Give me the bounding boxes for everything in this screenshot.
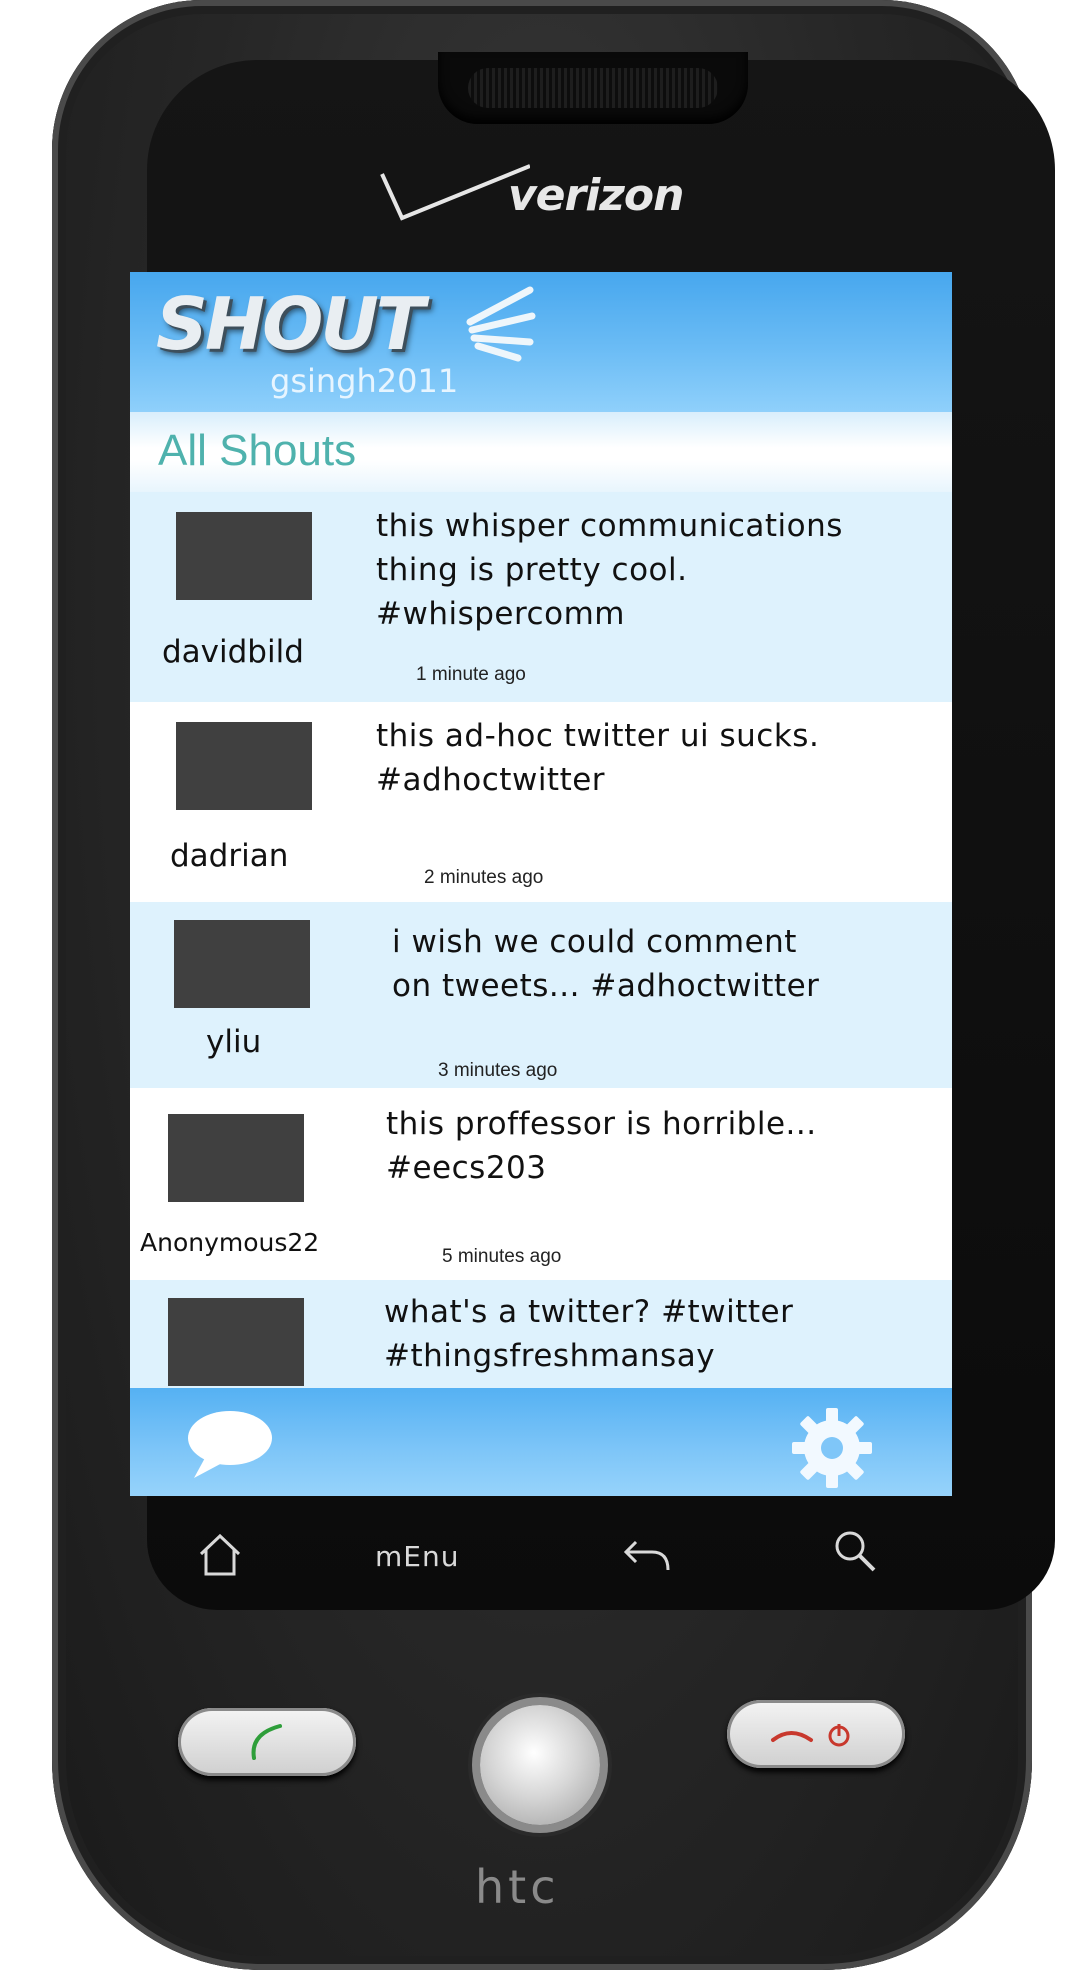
carrier-name: verizon xyxy=(508,169,684,221)
shout-line: thing is pretty cool. xyxy=(376,552,688,588)
gear-icon[interactable] xyxy=(790,1406,874,1490)
shout-line: #adhoctwitter xyxy=(376,762,606,798)
app-logo: SHOUT xyxy=(156,282,425,366)
home-key-icon[interactable] xyxy=(195,1530,245,1580)
app-footer xyxy=(130,1388,952,1496)
phone-call-icon xyxy=(251,1724,282,1760)
end-call-power-icon xyxy=(771,1724,850,1747)
avatar[interactable] xyxy=(168,1114,304,1202)
section-bar: All Shouts xyxy=(130,412,952,492)
shout-line: i wish we could comment xyxy=(392,924,797,960)
search-key-icon[interactable] xyxy=(830,1526,880,1576)
section-title: All Shouts xyxy=(158,426,357,475)
shout-line: on tweets... #adhoctwitter xyxy=(392,968,820,1004)
shout-time: 1 minute ago xyxy=(416,664,526,685)
earpiece-grille xyxy=(468,68,718,108)
menu-key[interactable]: mEnu xyxy=(375,1540,459,1573)
shout-time: 2 minutes ago xyxy=(424,867,544,888)
end-call-button[interactable] xyxy=(727,1700,905,1768)
shout-time: 5 minutes ago xyxy=(442,1246,562,1267)
shout-lines-icon xyxy=(466,286,536,362)
avatar[interactable] xyxy=(176,722,312,810)
shout-message: this proffessor is horrible... #eecs203 xyxy=(386,1102,817,1190)
username: gsingh2011 xyxy=(270,362,459,400)
shout-line: #thingsfreshmansay xyxy=(384,1338,716,1374)
call-button[interactable] xyxy=(178,1708,356,1776)
shout-message: i wish we could comment on tweets... #ad… xyxy=(392,920,819,1008)
avatar[interactable] xyxy=(174,920,310,1008)
avatar[interactable] xyxy=(176,512,312,600)
speech-bubble-icon[interactable] xyxy=(184,1408,274,1480)
earpiece xyxy=(438,52,748,124)
shout-line: this ad-hoc twitter ui sucks. xyxy=(376,718,820,754)
app-screen: SHOUT gsingh2011 All Shouts davidbild th… xyxy=(130,272,952,1496)
shout-message: this whisper communications thing is pre… xyxy=(376,504,843,636)
shout-message: this ad-hoc twitter ui sucks. #adhoctwit… xyxy=(376,714,819,802)
shout-line: this whisper communications xyxy=(376,508,843,544)
trackball[interactable] xyxy=(480,1705,600,1825)
carrier-logo: verizon xyxy=(380,160,710,230)
shout-line: #whispercomm xyxy=(376,596,625,632)
shout-feed: davidbild this whisper communications th… xyxy=(130,492,952,1430)
avatar[interactable] xyxy=(168,1298,304,1386)
shout-row[interactable]: yliu i wish we could comment on tweets..… xyxy=(130,902,952,1088)
back-key-icon[interactable] xyxy=(622,1534,672,1574)
shout-line: what's a twitter? #twitter xyxy=(384,1294,794,1330)
brand-logo: htc xyxy=(475,1860,560,1914)
shout-line: #eecs203 xyxy=(386,1150,547,1186)
shout-line: this proffessor is horrible... xyxy=(386,1106,817,1142)
shout-username[interactable]: davidbild xyxy=(162,634,304,670)
shout-row[interactable]: Anonymous22 this proffessor is horrible.… xyxy=(130,1088,952,1280)
shout-row[interactable]: dadrian this ad-hoc twitter ui sucks. #a… xyxy=(130,702,952,902)
shout-time: 3 minutes ago xyxy=(438,1060,558,1081)
shout-row[interactable]: davidbild this whisper communications th… xyxy=(130,492,952,702)
shout-username[interactable]: Anonymous22 xyxy=(140,1228,319,1257)
shout-username[interactable]: dadrian xyxy=(170,838,288,874)
shout-username[interactable]: yliu xyxy=(206,1024,261,1060)
shout-message: what's a twitter? #twitter #thingsfreshm… xyxy=(384,1290,793,1378)
app-header: SHOUT gsingh2011 xyxy=(130,272,952,412)
